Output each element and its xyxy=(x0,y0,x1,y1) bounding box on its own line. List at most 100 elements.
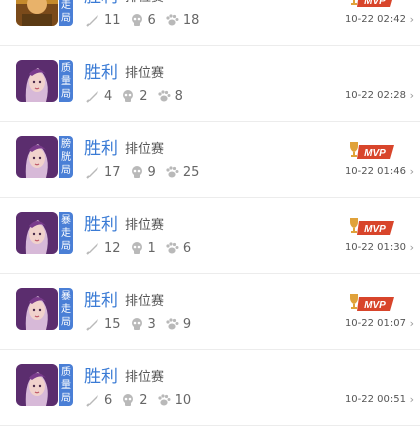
deaths-stat: 2 xyxy=(121,88,148,104)
chevron-right-icon[interactable]: › xyxy=(410,393,414,406)
kills-value: 4 xyxy=(104,88,113,104)
deaths-value: 9 xyxy=(147,164,156,180)
match-result: 胜利 xyxy=(84,215,118,235)
match-row[interactable]: 质 量 局 胜利 排位赛 6 2 10 10-22 00:51 › xyxy=(0,350,420,426)
deaths-value: 2 xyxy=(139,392,148,408)
match-mode: 排位赛 xyxy=(125,294,165,309)
kills-value: 6 xyxy=(104,392,113,408)
match-history-list: 暴 走 局 胜利 排位赛 11 6 xyxy=(0,0,420,426)
kills-value: 17 xyxy=(104,164,121,180)
deaths-value: 3 xyxy=(147,316,156,332)
skull-icon xyxy=(123,394,134,406)
kills-stat: 12 xyxy=(86,241,121,256)
match-tag: 质 量 局 xyxy=(59,60,73,102)
hero-avatar xyxy=(16,288,58,330)
match-result: 胜利 xyxy=(84,139,118,159)
chevron-right-icon[interactable]: › xyxy=(410,165,414,178)
match-tag: 暴 走 局 xyxy=(59,212,73,254)
match-time: 10-22 02:28 xyxy=(344,90,406,101)
sword-icon xyxy=(86,167,98,179)
kills-stat: 15 xyxy=(86,317,121,332)
mvp-badge: MVP xyxy=(351,0,392,7)
kda-stats: 4 2 8 xyxy=(86,87,192,105)
assists-stat: 8 xyxy=(157,89,183,104)
chevron-right-icon[interactable]: › xyxy=(410,13,414,26)
match-tag-char: 质 xyxy=(61,62,71,74)
paw-icon xyxy=(166,318,179,330)
mvp-badge: MVP xyxy=(350,294,394,311)
svg-text:MVP: MVP xyxy=(364,300,386,311)
match-time: 10-22 02:42 xyxy=(344,14,406,25)
match-mode: 排位赛 xyxy=(125,0,164,5)
match-tag-char: 暴 xyxy=(61,290,71,302)
svg-text:MVP: MVP xyxy=(364,224,386,235)
mvp-badge: MVP xyxy=(350,142,394,159)
match-result: 胜利 xyxy=(84,291,118,311)
assists-value: 25 xyxy=(182,164,200,180)
chevron-right-icon[interactable]: › xyxy=(410,89,414,102)
kda-stats: 17 9 25 xyxy=(86,163,208,181)
skull-icon xyxy=(131,166,142,178)
hero-avatar xyxy=(16,60,58,102)
match-tag-char: 局 xyxy=(61,392,71,404)
match-row[interactable]: 膀 胱 局 胜利 排位赛 17 9 25 MVP 10-22 01:46 › xyxy=(0,122,420,198)
sword-icon xyxy=(86,319,98,331)
match-row[interactable]: 暴 走 局 胜利 排位赛 12 1 6 MVP 10-22 01:30 › xyxy=(0,198,420,274)
deaths-value: 2 xyxy=(139,88,148,104)
assists-stat: 6 xyxy=(165,241,191,256)
kills-value: 11 xyxy=(104,12,121,28)
match-time: 10-22 01:46 xyxy=(344,166,406,177)
hero-avatar xyxy=(16,136,58,178)
skull-icon xyxy=(131,14,142,26)
kills-stat: 6 xyxy=(86,393,112,408)
match-row[interactable]: 暴 走 局 胜利 排位赛 11 6 xyxy=(0,0,420,46)
hero-avatar xyxy=(16,0,58,26)
match-tag: 暴 走 局 xyxy=(59,288,73,330)
sword-icon xyxy=(86,243,98,255)
kills-stat: 4 xyxy=(86,89,112,104)
match-tag-char: 走 xyxy=(61,303,71,315)
deaths-stat: 2 xyxy=(121,392,148,408)
assists-value: 18 xyxy=(182,12,200,28)
match-tag-char: 走 xyxy=(61,227,71,239)
svg-text:MVP: MVP xyxy=(364,148,386,159)
match-tag-char: 局 xyxy=(61,316,71,328)
match-tag-char: 暴 xyxy=(61,214,71,226)
match-mode: 排位赛 xyxy=(125,370,165,385)
assists-stat: 18 xyxy=(165,12,200,28)
svg-text:MVP: MVP xyxy=(364,0,386,7)
match-mode: 排位赛 xyxy=(125,218,165,233)
assists-value: 10 xyxy=(174,392,192,408)
kda-stats: 11 6 18 xyxy=(86,11,208,29)
skull-icon xyxy=(123,90,134,102)
sword-icon xyxy=(86,15,98,27)
match-time: 10-22 01:30 xyxy=(344,242,406,253)
match-tag: 暴 走 局 xyxy=(59,0,73,26)
paw-icon xyxy=(157,90,171,102)
match-tag-char: 局 xyxy=(61,12,71,24)
chevron-right-icon[interactable]: › xyxy=(410,241,414,254)
match-tag-char: 质 xyxy=(61,366,71,378)
deaths-stat: 9 xyxy=(130,165,156,180)
chevron-right-icon[interactable]: › xyxy=(410,317,414,330)
skull-icon xyxy=(131,242,142,254)
assists-stat: 25 xyxy=(165,164,200,180)
match-tag-char: 局 xyxy=(61,164,71,176)
assists-value: 8 xyxy=(174,88,183,104)
deaths-stat: 3 xyxy=(130,317,156,332)
match-row[interactable]: 暴 走 局 胜利 排位赛 15 3 9 MVP 10-22 01:07 › xyxy=(0,274,420,350)
assists-stat: 10 xyxy=(157,392,192,408)
match-tag: 质 量 局 xyxy=(59,364,73,406)
match-result: 胜利 xyxy=(84,0,118,7)
match-row[interactable]: 质 量 局 胜利 排位赛 4 2 8 10-22 02:28 › xyxy=(0,46,420,122)
match-time: 10-22 01:07 xyxy=(344,318,406,329)
paw-icon xyxy=(166,242,179,254)
deaths-value: 1 xyxy=(147,240,156,256)
match-result: 胜利 xyxy=(84,367,118,387)
sword-icon xyxy=(86,395,98,407)
paw-icon xyxy=(157,394,171,406)
kills-value: 12 xyxy=(104,240,121,256)
paw-icon xyxy=(166,14,179,26)
hero-avatar xyxy=(16,364,58,406)
match-tag-char: 量 xyxy=(61,379,71,391)
